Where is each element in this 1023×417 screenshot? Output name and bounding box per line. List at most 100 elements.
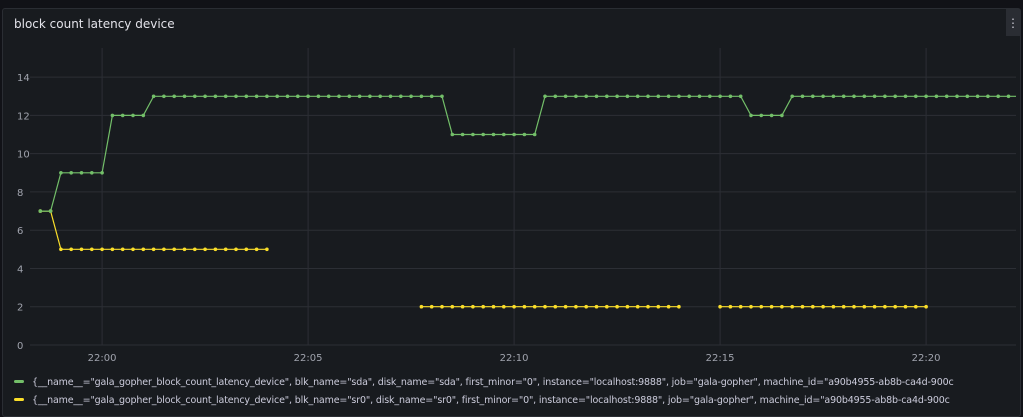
data-point (234, 247, 238, 252)
data-point (852, 304, 856, 309)
y-tick-label: 14 (17, 73, 30, 84)
data-point (450, 132, 455, 137)
data-point (151, 247, 156, 252)
data-point (903, 94, 908, 99)
data-point (131, 247, 135, 252)
y-tick-label: 8 (17, 188, 23, 199)
data-point (213, 94, 218, 99)
data-point (285, 94, 290, 99)
data-point (326, 94, 331, 99)
data-point (553, 304, 558, 309)
data-point (543, 94, 547, 99)
data-point (769, 113, 774, 118)
data-point (388, 94, 393, 99)
data-point (69, 171, 73, 175)
data-point (759, 304, 764, 309)
data-point (955, 94, 959, 99)
data-point (862, 304, 867, 309)
data-point (841, 304, 846, 309)
x-tick-label: 22:05 (294, 353, 323, 364)
data-point (738, 94, 743, 99)
data-point (872, 304, 877, 309)
data-point (780, 113, 784, 118)
data-point (48, 209, 53, 213)
data-point (677, 304, 681, 309)
data-point (223, 94, 228, 99)
data-point (110, 247, 115, 252)
x-tick-label: 22:15 (706, 353, 735, 364)
data-point (1006, 94, 1011, 99)
data-point (419, 94, 424, 99)
data-point (471, 304, 475, 309)
data-point (244, 247, 249, 252)
data-point (914, 304, 918, 309)
data-point (512, 304, 516, 309)
data-point (687, 94, 691, 99)
data-point (79, 171, 84, 175)
data-point (883, 94, 887, 99)
data-point (141, 247, 146, 252)
data-point (862, 94, 867, 99)
data-point (841, 94, 846, 99)
data-point (120, 247, 125, 252)
data-point (811, 304, 815, 309)
data-point (532, 304, 537, 309)
data-point (749, 304, 753, 309)
data-point (460, 304, 465, 309)
data-point (718, 94, 722, 99)
data-point (79, 247, 84, 252)
data-point (110, 113, 115, 118)
data-point (563, 304, 568, 309)
data-point (975, 94, 980, 99)
data-point (656, 94, 661, 99)
data-point (759, 113, 764, 118)
data-point (965, 94, 970, 99)
data-point (553, 94, 558, 99)
legend-label: {__name__="gala_gopher_block_count_laten… (32, 395, 950, 406)
data-point (893, 304, 897, 309)
y-tick-label: 0 (17, 341, 23, 352)
data-point (605, 94, 609, 99)
data-point (193, 247, 197, 252)
data-point (738, 304, 743, 309)
data-point (440, 304, 444, 309)
data-point (728, 94, 733, 99)
data-point (996, 94, 1000, 99)
legend-swatch (14, 380, 24, 383)
data-point (708, 94, 712, 99)
data-point (512, 132, 516, 137)
data-point (162, 94, 166, 99)
data-point (532, 132, 537, 137)
data-point (378, 94, 383, 99)
x-tick-label: 22:00 (88, 353, 117, 364)
data-point (151, 94, 156, 99)
data-point (357, 94, 362, 99)
data-point (883, 304, 887, 309)
data-point (440, 94, 444, 99)
data-point (409, 94, 413, 99)
data-point (481, 304, 486, 309)
data-point (811, 94, 815, 99)
data-point (903, 304, 908, 309)
data-point (831, 304, 836, 309)
data-point (90, 247, 94, 252)
series-group (38, 94, 1016, 309)
data-point (872, 94, 877, 99)
data-point (59, 247, 63, 252)
data-point (100, 247, 104, 252)
data-point (234, 94, 238, 99)
data-point (223, 247, 228, 252)
data-point (90, 171, 94, 175)
legend-item[interactable]: {__name__="gala_gopher_block_count_laten… (14, 377, 1018, 388)
data-point (306, 94, 310, 99)
data-point (172, 247, 176, 252)
data-point (986, 94, 990, 99)
data-point (790, 94, 794, 99)
data-point (254, 247, 259, 252)
data-point (934, 94, 939, 99)
legend-item[interactable]: {__name__="gala_gopher_block_count_laten… (14, 395, 1018, 406)
data-point (666, 304, 671, 309)
data-point (924, 94, 928, 99)
y-tick-label: 4 (17, 264, 23, 275)
line-chart: 0 2 4 6 8 10 12 14 22:00 22:05 22:10 22:15 22:20 (17, 48, 1016, 364)
